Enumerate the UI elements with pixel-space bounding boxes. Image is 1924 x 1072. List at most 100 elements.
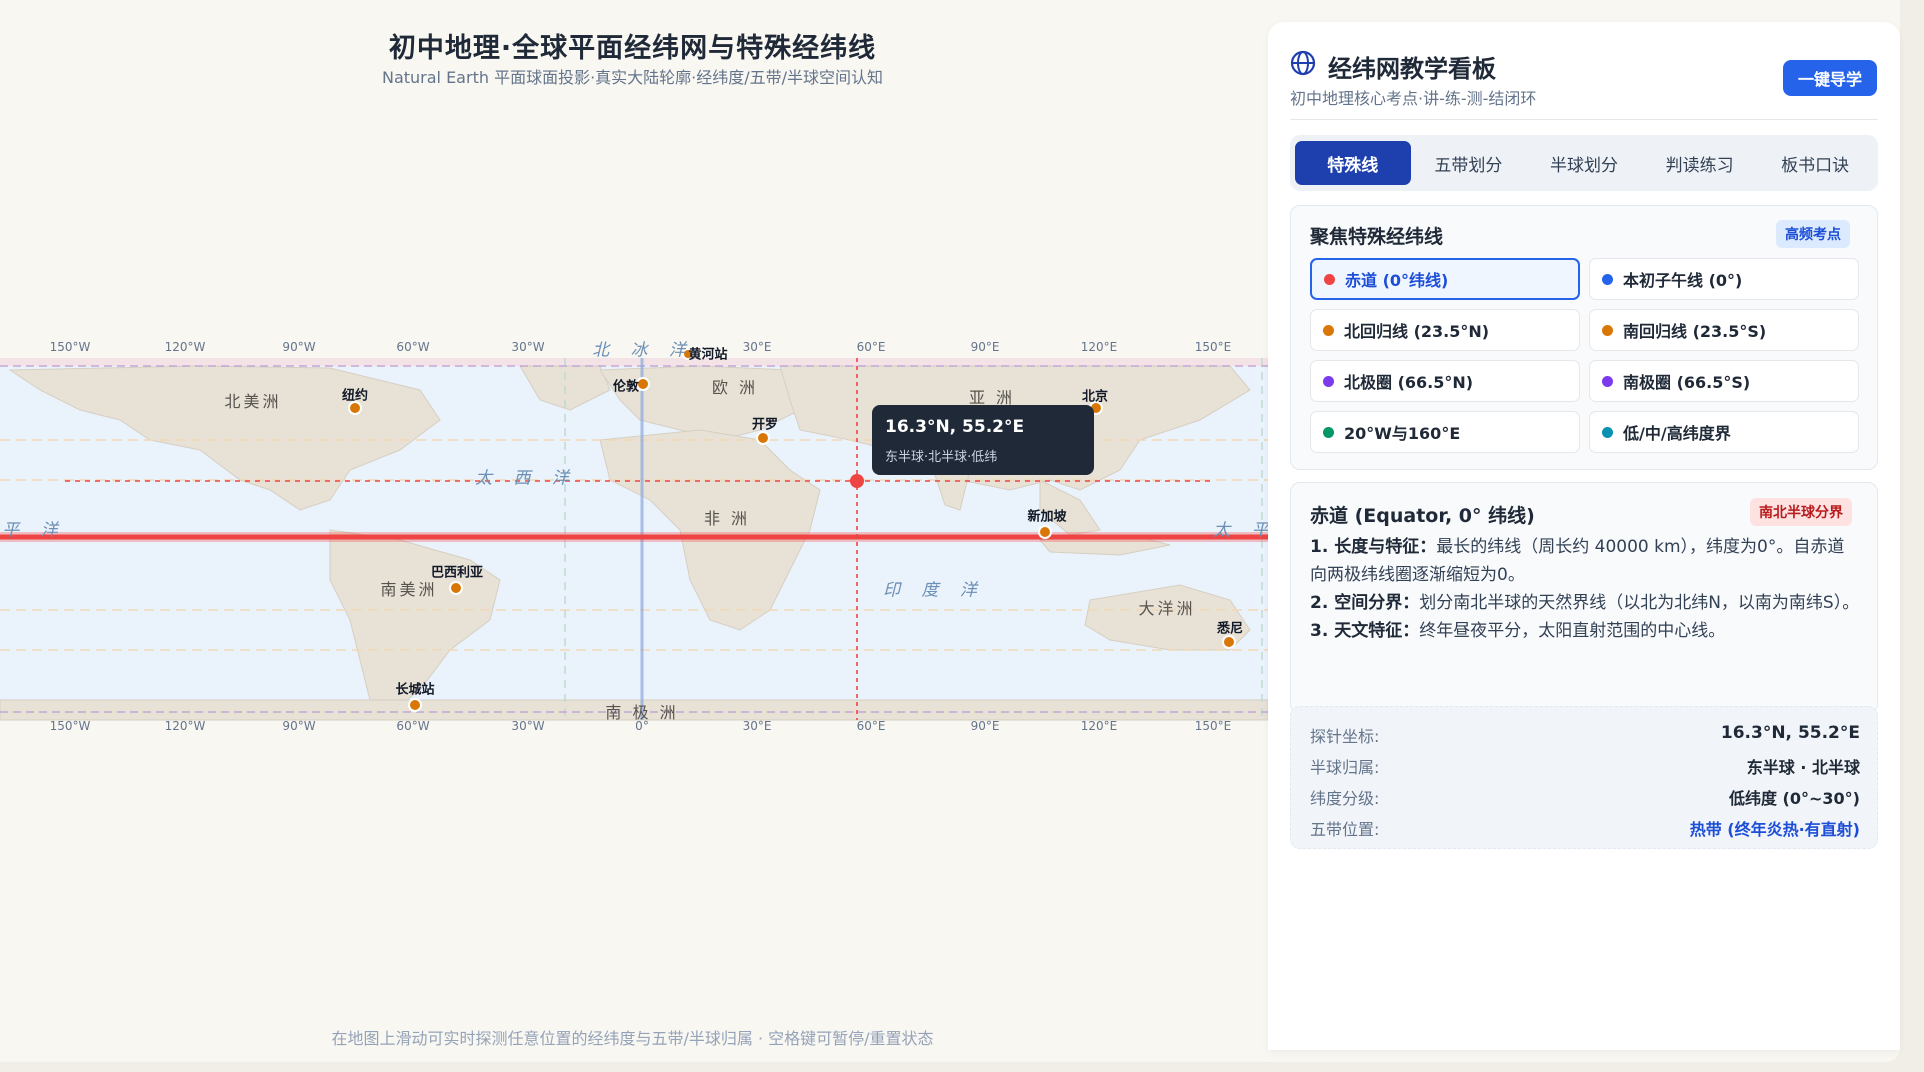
line-btn-antarctic-circle[interactable]: 南极圈 (66.5°S) <box>1589 360 1859 402</box>
panel-title: 经纬网教学看板 <box>1328 55 1496 83</box>
orange-dot-icon <box>1602 324 1613 336</box>
ocean-label: 平 洋 <box>2 520 66 541</box>
line-label: 南极圈 (66.5°S) <box>1623 373 1751 392</box>
bottom-tick: 60°W <box>396 719 430 733</box>
bottom-tick: 120°E <box>1080 719 1118 733</box>
top-tick: 60°W <box>396 340 430 354</box>
continent-label: 南 极 洲 <box>605 703 679 722</box>
point-heading: 2. 空间分界： <box>1310 593 1420 613</box>
top-tick: 30°W <box>511 340 545 354</box>
focus-lines-card: 聚焦特殊经纬线 高频考点 赤道 (0°纬线) 本初子午线 (0°) 北回归线 (… <box>1290 205 1878 470</box>
city-label: 悉尼 <box>1216 621 1244 637</box>
map-hint: 在地图上滑动可实时探测任意位置的经纬度与五带/半球归属 · 空格键可暂停/重置状… <box>331 1029 934 1048</box>
line-label: 20°W与160°E <box>1344 424 1461 443</box>
ocean-label: 太 西 洋 <box>475 468 577 489</box>
line-label: 北回归线 (23.5°N) <box>1344 322 1490 341</box>
line-btn-equator[interactable]: 赤道 (0°纬线) <box>1310 258 1580 300</box>
tooltip-coord: 16.3°N, 55.2°E <box>885 417 1025 437</box>
top-tick: 150°E <box>1194 340 1232 354</box>
probe-point <box>850 474 864 488</box>
tab-five-zones[interactable]: 五带划分 <box>1411 141 1527 185</box>
probe-value: 热带 (终年炎热·有直射) <box>1689 820 1860 839</box>
line-label: 北极圈 (66.5°N) <box>1344 373 1474 392</box>
top-tick: 60°E <box>856 340 886 354</box>
probe-row-latitude: 纬度分级: 低纬度 (0°~30°) <box>1310 785 1860 809</box>
top-tick: 120°W <box>164 340 206 354</box>
probe-key: 探针坐标: <box>1310 727 1380 746</box>
continent-label: 欧 洲 <box>711 378 759 397</box>
bottom-tick: 150°W <box>49 719 91 733</box>
bottom-tick: 60°E <box>856 719 886 733</box>
bottom-tick: 90°E <box>970 719 1000 733</box>
city-label: 新加坡 <box>1027 509 1067 525</box>
line-btn-tropic-capricorn[interactable]: 南回归线 (23.5°S) <box>1589 309 1859 351</box>
cyan-dot-icon <box>1602 426 1613 438</box>
top-tick: 90°E <box>970 340 1000 354</box>
bottom-tick: 30°E <box>742 719 772 733</box>
hot-topic-badge: 高频考点 <box>1776 220 1850 248</box>
city-label: 纽约 <box>341 388 369 404</box>
bottom-tick: 150°E <box>1194 719 1232 733</box>
top-tick: 30°E <box>742 340 772 354</box>
probe-row-coord: 探针坐标: 16.3°N, 55.2°E <box>1310 723 1860 747</box>
equator-detail-card: 赤道 (Equator, 0° 纬线) 南北半球分界 1. 长度与特征：最长的纬… <box>1290 482 1878 714</box>
bottom-tick: 120°W <box>164 719 206 733</box>
line-btn-latitude-bands[interactable]: 低/中/高纬度界 <box>1589 411 1859 453</box>
line-label: 赤道 (0°纬线) <box>1345 271 1449 290</box>
probe-row-zone: 五带位置: 热带 (终年炎热·有直射) <box>1310 816 1860 840</box>
point-text: 终年昼夜平分，太阳直射范围的中心线。 <box>1419 621 1726 641</box>
continent-label: 非 洲 <box>703 509 751 528</box>
probe-value: 低纬度 (0°~30°) <box>1728 789 1860 808</box>
probe-row-hemisphere: 半球归属: 东半球 · 北半球 <box>1310 754 1860 778</box>
tab-special-lines[interactable]: 特殊线 <box>1295 141 1411 185</box>
continent-label: 大洋洲 <box>1138 599 1196 618</box>
city-label: 伦敦 <box>612 379 640 395</box>
tooltip-info: 东半球·北半球·低纬 <box>885 450 998 465</box>
panel-subtitle: 初中地理核心考点·讲-练-测-结闭环 <box>1290 89 1537 108</box>
guide-button[interactable]: 一键导学 <box>1783 60 1877 96</box>
point-heading: 1. 长度与特征： <box>1310 537 1437 557</box>
bottom-tick: 90°W <box>282 719 316 733</box>
focus-card-title: 聚焦特殊经纬线 <box>1310 226 1444 248</box>
top-tick: 120°E <box>1080 340 1118 354</box>
bottom-tick: 30°W <box>511 719 545 733</box>
line-label: 本初子午线 (0°) <box>1623 271 1743 290</box>
probe-info-card: 探针坐标: 16.3°N, 55.2°E 半球归属: 东半球 · 北半球 纬度分… <box>1290 706 1878 849</box>
line-btn-arctic-circle[interactable]: 北极圈 (66.5°N) <box>1310 360 1580 402</box>
orange-dot-icon <box>1323 324 1334 336</box>
probe-key: 五带位置: <box>1310 820 1380 839</box>
point-heading: 3. 天文特征： <box>1310 621 1420 641</box>
green-dot-icon <box>1323 426 1334 438</box>
app-window: 初中地理·全球平面经纬网与特殊经纬线 Natural Earth 平面球面投影·… <box>0 0 1900 1062</box>
teaching-panel: 经纬网教学看板 初中地理核心考点·讲-练-测-结闭环 一键导学 特殊线 五带划分… <box>1268 22 1900 1050</box>
ocean-label: 印 度 洋 <box>883 580 985 601</box>
continent-label: 南美洲 <box>380 580 438 599</box>
probe-tooltip: 16.3°N, 55.2°E 东半球·北半球·低纬 <box>872 405 1094 475</box>
page-title: 初中地理·全球平面经纬网与特殊经纬线 <box>388 33 877 64</box>
detail-title: 赤道 (Equator, 0° 纬线) <box>1310 505 1535 527</box>
city-label: 北京 <box>1081 389 1109 405</box>
top-tick: 150°W <box>49 340 91 354</box>
top-tick: 90°W <box>282 340 316 354</box>
line-btn-tropic-cancer[interactable]: 北回归线 (23.5°N) <box>1310 309 1580 351</box>
ocean-label: 北 冰 洋 <box>592 340 694 361</box>
purple-dot-icon <box>1602 375 1613 387</box>
city-label: 黄河站 <box>688 347 728 363</box>
globe-icon <box>1290 50 1316 76</box>
probe-key: 半球归属: <box>1310 758 1380 777</box>
detail-body: 1. 长度与特征：最长的纬线（周长约 40000 km），纬度为0°。自赤道向两… <box>1310 533 1860 645</box>
city-label: 开罗 <box>751 417 779 433</box>
tab-mnemonics[interactable]: 板书口诀 <box>1757 141 1873 185</box>
blue-dot-icon <box>1602 273 1613 285</box>
tab-practice[interactable]: 判读练习 <box>1642 141 1758 185</box>
city-label: 长城站 <box>395 682 435 698</box>
world-map[interactable]: 150°W 120°W 90°W 60°W 30°W 30°E 60°E 90°… <box>0 330 1269 733</box>
probe-value: 16.3°N, 55.2°E <box>1720 723 1860 743</box>
tab-hemispheres[interactable]: 半球划分 <box>1526 141 1642 185</box>
line-btn-prime-meridian[interactable]: 本初子午线 (0°) <box>1589 258 1859 300</box>
tab-bar: 特殊线 五带划分 半球划分 判读练习 板书口诀 <box>1290 135 1878 191</box>
city-label: 巴西利亚 <box>430 565 484 581</box>
line-btn-20w-160e[interactable]: 20°W与160°E <box>1310 411 1580 453</box>
probe-key: 纬度分级: <box>1310 789 1380 808</box>
purple-dot-icon <box>1323 375 1334 387</box>
